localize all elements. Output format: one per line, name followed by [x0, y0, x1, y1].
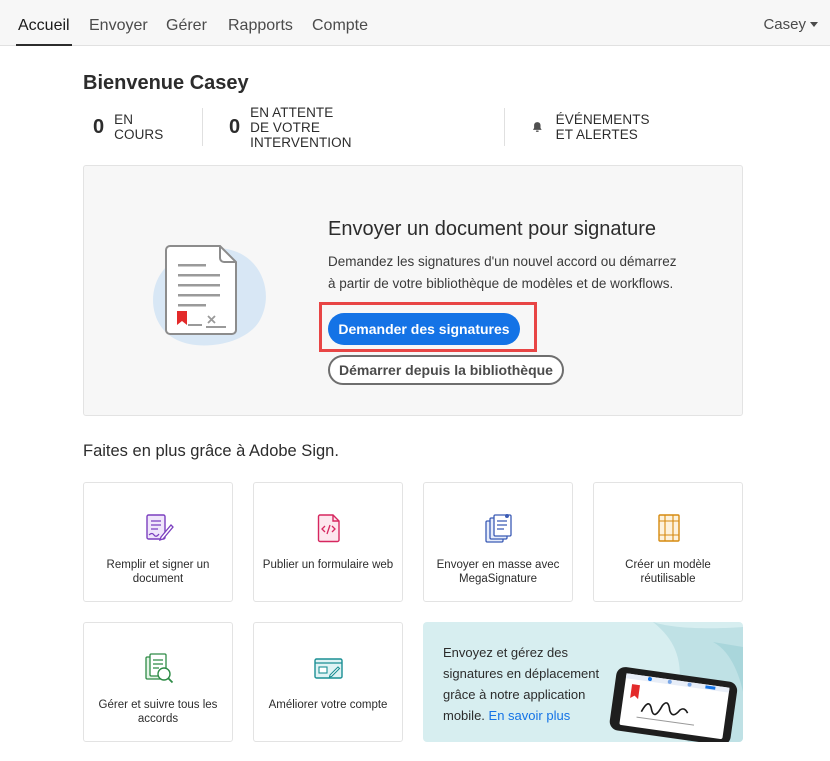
- learn-more-link[interactable]: En savoir plus: [489, 708, 571, 723]
- hero-description: Demandez les signatures d'un nouvel acco…: [328, 254, 677, 291]
- user-name: Casey: [763, 16, 806, 33]
- chevron-down-icon: [810, 21, 818, 27]
- tab-accueil[interactable]: Accueil: [16, 0, 72, 46]
- mega-signature-card[interactable]: Envoyer en masse avec MegaSignature: [423, 482, 573, 602]
- start-from-library-button[interactable]: Démarrer depuis la bibliothèque: [328, 355, 564, 385]
- in-progress-label: EN COURS: [114, 112, 164, 142]
- hero-title: Envoyer un document pour signature: [328, 218, 656, 240]
- bell-icon: [532, 122, 542, 132]
- card-label: Publier un formulaire web: [262, 559, 394, 571]
- create-template-card[interactable]: Créer un modèle réutilisable: [593, 482, 743, 602]
- divider: [202, 108, 203, 146]
- waiting-label: EN ATTENTE DE VOTRE INTERVENTION: [250, 104, 352, 150]
- promo-text: Envoyez et gérez des signatures en dépla…: [443, 642, 613, 726]
- card-label: Gérer et suivre tous les accords: [98, 699, 218, 725]
- user-menu[interactable]: Casey: [763, 0, 818, 46]
- document-signature-illustration: [153, 245, 266, 346]
- events-alerts-label: ÉVÉNEMENTS ET ALERTES: [555, 112, 650, 142]
- account-upgrade-icon: [314, 658, 343, 679]
- web-form-code-icon: [317, 514, 340, 543]
- card-label: Améliorer votre compte: [268, 699, 388, 711]
- events-alerts[interactable]: ÉVÉNEMENTS ET ALERTES: [531, 106, 659, 148]
- fill-sign-icon: [146, 514, 174, 542]
- manage-track-card[interactable]: Gérer et suivre tous les accords: [83, 622, 233, 742]
- bulk-send-documents-icon: [485, 514, 512, 543]
- mobile-phone-illustration: [609, 622, 743, 742]
- card-label: Créer un modèle réutilisable: [625, 559, 711, 585]
- send-document-panel: Envoyer un document pour signature Deman…: [83, 165, 743, 416]
- top-navigation: Accueil Envoyer Gérer Rapports Compte Ca…: [0, 0, 830, 46]
- card-label: Remplir et signer un document: [106, 559, 210, 585]
- mobile-app-promo: Envoyez et gérez des signatures en dépla…: [423, 622, 743, 742]
- divider: [504, 108, 505, 146]
- waiting-count: 0: [229, 115, 241, 138]
- template-icon: [658, 514, 680, 542]
- in-progress-stat[interactable]: 0 EN COURS: [93, 106, 163, 148]
- request-signatures-button[interactable]: Demander des signatures: [328, 313, 520, 345]
- improve-account-card[interactable]: Améliorer votre compte: [253, 622, 403, 742]
- tab-rapports[interactable]: Rapports: [228, 0, 293, 46]
- card-label: Envoyer en masse avec MegaSignature: [436, 559, 560, 585]
- fill-and-sign-card[interactable]: Remplir et signer un document: [83, 482, 233, 602]
- section-heading: Faites en plus grâce à Adobe Sign.: [83, 442, 339, 460]
- manage-agreements-icon: [145, 653, 174, 684]
- publish-web-form-card[interactable]: Publier un formulaire web: [253, 482, 403, 602]
- waiting-stat[interactable]: 0 EN ATTENTE DE VOTRE INTERVENTION: [229, 104, 352, 150]
- tab-compte[interactable]: Compte: [312, 0, 368, 46]
- tab-gerer[interactable]: Gérer: [166, 0, 207, 46]
- in-progress-count: 0: [93, 115, 105, 138]
- tab-envoyer[interactable]: Envoyer: [89, 0, 148, 46]
- page-title: Bienvenue Casey: [83, 72, 249, 94]
